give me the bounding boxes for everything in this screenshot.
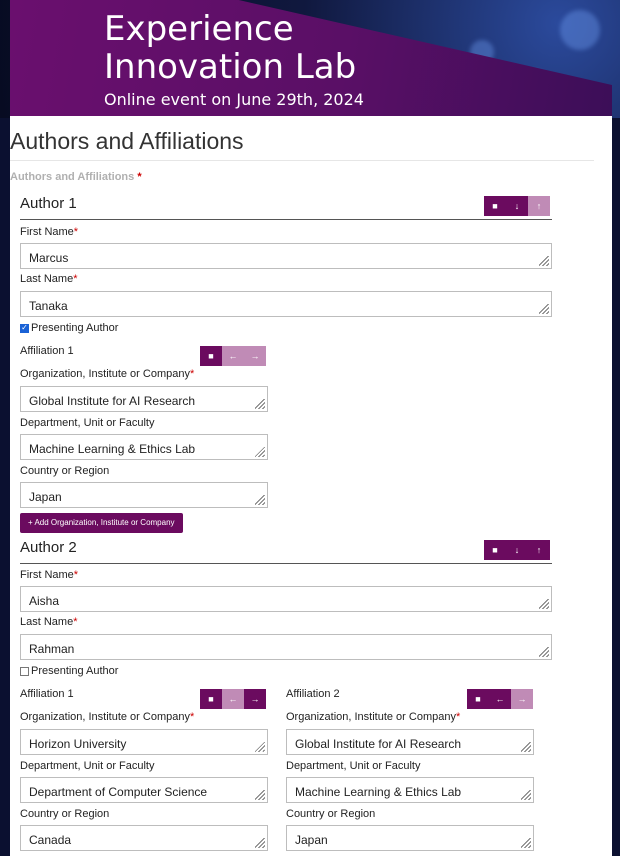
author-2-first-name-input[interactable]: Aisha [20, 586, 552, 612]
last-name-label: Last Name* [20, 273, 78, 285]
event-title: Experience Innovation Lab [104, 9, 357, 87]
affiliation-delete-button[interactable]: ■ [200, 346, 222, 366]
resize-handle-icon[interactable] [539, 304, 549, 314]
title-divider [10, 160, 594, 161]
author-2-aff-1-country-input[interactable]: Canada [20, 825, 268, 851]
resize-handle-icon[interactable] [521, 790, 531, 800]
author-2-affiliation-2-controls: ■ ← → [467, 689, 533, 709]
country-label: Country or Region [20, 808, 110, 820]
event-subtitle: Online event on June 29th, 2024 [104, 90, 364, 109]
author-2-move-down-button[interactable]: ↓ [506, 540, 528, 560]
author-1-controls: ■ ↓ ↑ [484, 196, 550, 216]
author-1-last-name-input[interactable]: Tanaka [20, 291, 552, 317]
author-1-divider [20, 219, 552, 220]
first-name-label: First Name* [20, 226, 79, 238]
affiliation-move-left-button[interactable]: ← [222, 346, 244, 366]
author-2-controls: ■ ↓ ↑ [484, 540, 550, 560]
affiliation-delete-button[interactable]: ■ [200, 689, 222, 709]
author-1-organization-input[interactable]: Global Institute for AI Research [20, 386, 268, 412]
arrow-left-icon: ← [228, 351, 238, 361]
author-2-aff-2-organization-input[interactable]: Global Institute for AI Research [286, 729, 534, 755]
arrow-left-icon: ← [495, 694, 505, 704]
arrow-right-icon: → [517, 694, 527, 704]
resize-handle-icon[interactable] [539, 256, 549, 266]
trash-icon: ■ [492, 201, 498, 211]
arrow-down-icon: ↓ [514, 545, 520, 555]
event-banner: Experience Innovation Lab Online event o… [0, 0, 620, 118]
author-1-first-name-input[interactable]: Marcus [20, 243, 552, 269]
author-1-move-down-button[interactable]: ↓ [506, 196, 528, 216]
author-2-affiliation-1-heading: Affiliation 1 [20, 688, 74, 700]
checkbox-checked-icon[interactable]: ✓ [20, 323, 29, 333]
resize-handle-icon[interactable] [521, 838, 531, 848]
affiliation-move-right-button[interactable]: → [244, 346, 266, 366]
author-1-heading: Author 1 [20, 195, 77, 212]
arrow-left-icon: ← [228, 694, 238, 704]
resize-handle-icon[interactable] [255, 399, 265, 409]
department-label: Department, Unit or Faculty [20, 760, 155, 772]
department-label: Department, Unit or Faculty [20, 417, 155, 429]
author-1-presenting-checkbox[interactable]: ✓ Presenting Author [20, 322, 118, 334]
organization-label: Organization, Institute or Company* [20, 368, 195, 380]
trash-icon: ■ [208, 351, 214, 361]
resize-handle-icon[interactable] [539, 599, 549, 609]
author-2-affiliation-1-controls: ■ ← → [200, 689, 266, 709]
affiliation-move-right-button[interactable]: → [511, 689, 533, 709]
arrow-right-icon: → [250, 694, 260, 704]
page-title: Authors and Affiliations [10, 128, 244, 154]
resize-handle-icon[interactable] [255, 790, 265, 800]
affiliation-delete-button[interactable]: ■ [467, 689, 489, 709]
add-organization-button[interactable]: + Add Organization, Institute or Company [20, 513, 183, 533]
author-2-last-name-input[interactable]: Rahman [20, 634, 552, 660]
author-1-country-input[interactable]: Japan [20, 482, 268, 508]
author-1-department-input[interactable]: Machine Learning & Ethics Lab [20, 434, 268, 460]
resize-handle-icon[interactable] [255, 838, 265, 848]
author-2-divider [20, 563, 552, 564]
affiliation-move-left-button[interactable]: ← [222, 689, 244, 709]
author-2-aff-2-country-input[interactable]: Japan [286, 825, 534, 851]
checkbox-unchecked-icon[interactable] [20, 666, 29, 676]
resize-handle-icon[interactable] [255, 495, 265, 505]
author-2-aff-1-department-input[interactable]: Department of Computer Science [20, 777, 268, 803]
resize-handle-icon[interactable] [521, 742, 531, 752]
trash-icon: ■ [208, 694, 214, 704]
first-name-label: First Name* [20, 569, 79, 581]
author-1-affiliation-1-controls: ■ ← → [200, 346, 266, 366]
organization-label: Organization, Institute or Company* [286, 711, 461, 723]
author-2-delete-button[interactable]: ■ [484, 540, 506, 560]
affiliation-move-right-button[interactable]: → [244, 689, 266, 709]
author-1-move-up-button[interactable]: ↑ [528, 196, 550, 216]
author-1-delete-button[interactable]: ■ [484, 196, 506, 216]
author-2-aff-1-organization-input[interactable]: Horizon University [20, 729, 268, 755]
resize-handle-icon[interactable] [255, 742, 265, 752]
arrow-up-icon: ↑ [536, 201, 542, 211]
trash-icon: ■ [492, 545, 498, 555]
author-1-affiliation-1-heading: Affiliation 1 [20, 345, 74, 357]
department-label: Department, Unit or Faculty [286, 760, 421, 772]
last-name-label: Last Name* [20, 616, 78, 628]
author-2-affiliation-2-heading: Affiliation 2 [286, 688, 340, 700]
affiliation-move-left-button[interactable]: ← [489, 689, 511, 709]
country-label: Country or Region [286, 808, 376, 820]
author-2-aff-2-department-input[interactable]: Machine Learning & Ethics Lab [286, 777, 534, 803]
author-2-heading: Author 2 [20, 539, 77, 556]
resize-handle-icon[interactable] [255, 447, 265, 457]
organization-label: Organization, Institute or Company* [20, 711, 195, 723]
trash-icon: ■ [475, 694, 481, 704]
arrow-right-icon: → [250, 351, 260, 361]
author-2-move-up-button[interactable]: ↑ [528, 540, 550, 560]
arrow-down-icon: ↓ [514, 201, 520, 211]
resize-handle-icon[interactable] [539, 647, 549, 657]
section-label: Authors and Affiliations * [10, 171, 142, 183]
country-label: Country or Region [20, 465, 110, 477]
author-2-presenting-checkbox[interactable]: Presenting Author [20, 665, 118, 677]
arrow-up-icon: ↑ [536, 545, 542, 555]
